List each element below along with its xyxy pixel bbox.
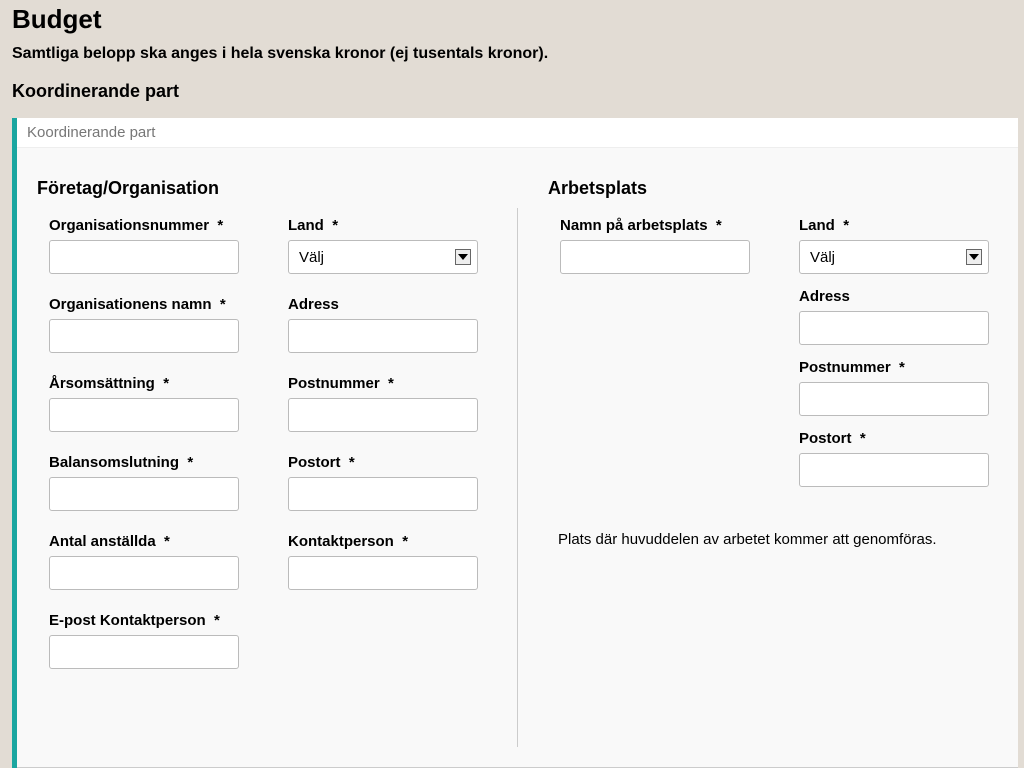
org-address-field: Adress (288, 296, 487, 353)
org-contact-label-text: Kontaktperson (288, 533, 394, 550)
workplace-left-column: Namn på arbetsplats * (560, 217, 759, 501)
panel-header: Koordinerande part (17, 118, 1018, 148)
organisation-group-title: Företag/Organisation (37, 178, 487, 199)
orgnr-input[interactable] (49, 240, 239, 274)
page-subtitle: Samtliga belopp ska anges i hela svenska… (12, 45, 1012, 63)
contact-email-field: E-post Kontaktperson * (49, 612, 248, 669)
workplace-name-field: Namn på arbetsplats * (560, 217, 759, 274)
workplace-country-label-text: Land (799, 217, 835, 234)
org-contact-field: Kontaktperson * (288, 533, 487, 590)
workplace-right-column: Land * Välj Adress (799, 217, 998, 501)
workplace-name-label-text: Namn på arbetsplats (560, 217, 708, 234)
org-city-input[interactable] (288, 477, 478, 511)
org-country-label-text: Land (288, 217, 324, 234)
section-heading: Koordinerande part (12, 81, 1012, 102)
workplace-group: Arbetsplats Namn på arbetsplats * (548, 178, 998, 747)
turnover-label: Årsomsättning * (49, 375, 248, 392)
coordinating-party-panel: Koordinerande part Företag/Organisation … (12, 118, 1018, 768)
required-asterisk: * (214, 612, 220, 629)
workplace-country-select[interactable]: Välj (799, 240, 989, 274)
workplace-address-label-text: Adress (799, 288, 850, 305)
org-contact-label: Kontaktperson * (288, 533, 487, 550)
workplace-postcode-label: Postnummer * (799, 359, 998, 376)
org-city-field: Postort * (288, 454, 487, 511)
required-asterisk: * (163, 375, 169, 392)
orgname-label-text: Organisationens namn (49, 296, 212, 313)
workplace-country-label: Land * (799, 217, 998, 234)
org-country-label: Land * (288, 217, 487, 234)
required-asterisk: * (402, 533, 408, 550)
turnover-field: Årsomsättning * (49, 375, 248, 432)
org-address-label: Adress (288, 296, 487, 313)
orgnr-label: Organisationsnummer * (49, 217, 248, 234)
org-city-label: Postort * (288, 454, 487, 471)
org-country-select[interactable]: Välj (288, 240, 478, 274)
workplace-city-field: Postort * (799, 430, 998, 487)
org-postcode-label: Postnummer * (288, 375, 487, 392)
employees-label: Antal anställda * (49, 533, 248, 550)
workplace-note: Plats där huvuddelen av arbetet kommer a… (548, 501, 998, 548)
required-asterisk: * (187, 454, 193, 471)
organisation-left-column: Organisationsnummer * Organisationens na… (49, 217, 248, 691)
required-asterisk: * (843, 217, 849, 234)
workplace-address-label: Adress (799, 288, 998, 305)
workplace-city-label-text: Postort (799, 430, 852, 447)
balance-label-text: Balansomslutning (49, 454, 179, 471)
org-country-value: Välj (299, 249, 324, 266)
turnover-input[interactable] (49, 398, 239, 432)
orgnr-label-text: Organisationsnummer (49, 217, 209, 234)
workplace-city-label: Postort * (799, 430, 998, 447)
org-country-field: Land * Välj (288, 217, 487, 274)
workplace-country-field: Land * Välj (799, 217, 998, 274)
workplace-group-title: Arbetsplats (548, 178, 998, 199)
organisation-group: Företag/Organisation Organisationsnummer… (37, 178, 487, 747)
orgname-input[interactable] (49, 319, 239, 353)
org-address-label-text: Adress (288, 296, 339, 313)
required-asterisk: * (716, 217, 722, 234)
orgname-field: Organisationens namn * (49, 296, 248, 353)
contact-email-input[interactable] (49, 635, 239, 669)
workplace-postcode-label-text: Postnummer (799, 359, 891, 376)
page-title: Budget (12, 4, 1012, 35)
workplace-country-value: Välj (810, 249, 835, 266)
employees-field: Antal anställda * (49, 533, 248, 590)
org-postcode-label-text: Postnummer (288, 375, 380, 392)
balance-field: Balansomslutning * (49, 454, 248, 511)
workplace-postcode-field: Postnummer * (799, 359, 998, 416)
required-asterisk: * (332, 217, 338, 234)
org-postcode-field: Postnummer * (288, 375, 487, 432)
required-asterisk: * (899, 359, 905, 376)
required-asterisk: * (388, 375, 394, 392)
workplace-postcode-input[interactable] (799, 382, 989, 416)
balance-label: Balansomslutning * (49, 454, 248, 471)
required-asterisk: * (217, 217, 223, 234)
required-asterisk: * (164, 533, 170, 550)
orgname-label: Organisationens namn * (49, 296, 248, 313)
employees-input[interactable] (49, 556, 239, 590)
workplace-name-label: Namn på arbetsplats * (560, 217, 759, 234)
organisation-right-column: Land * Välj Adress (288, 217, 487, 691)
org-postcode-input[interactable] (288, 398, 478, 432)
workplace-name-input[interactable] (560, 240, 750, 274)
contact-email-label: E-post Kontaktperson * (49, 612, 248, 629)
required-asterisk: * (349, 454, 355, 471)
workplace-address-input[interactable] (799, 311, 989, 345)
header-area: Budget Samtliga belopp ska anges i hela … (0, 0, 1024, 118)
org-contact-input[interactable] (288, 556, 478, 590)
org-city-label-text: Postort (288, 454, 341, 471)
required-asterisk: * (220, 296, 226, 313)
vertical-divider (517, 208, 518, 747)
chevron-down-icon (966, 249, 982, 265)
workplace-address-field: Adress (799, 288, 998, 345)
org-address-input[interactable] (288, 319, 478, 353)
balance-input[interactable] (49, 477, 239, 511)
employees-label-text: Antal anställda (49, 533, 156, 550)
chevron-down-icon (455, 249, 471, 265)
workplace-city-input[interactable] (799, 453, 989, 487)
contact-email-label-text: E-post Kontaktperson (49, 612, 206, 629)
required-asterisk: * (860, 430, 866, 447)
turnover-label-text: Årsomsättning (49, 375, 155, 392)
orgnr-field: Organisationsnummer * (49, 217, 248, 274)
